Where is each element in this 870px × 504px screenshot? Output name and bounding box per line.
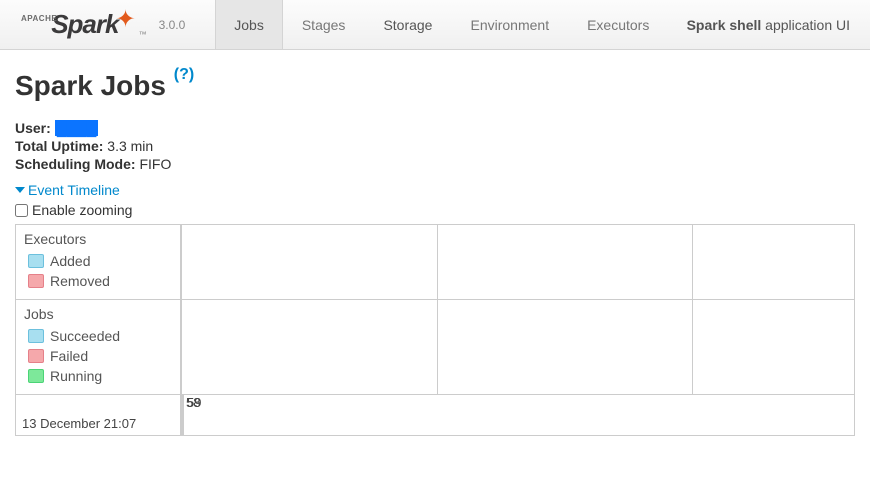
enable-zooming-checkbox[interactable]: [15, 204, 28, 217]
user-value: ████: [55, 120, 99, 136]
legend-label-added: Added: [50, 253, 90, 269]
nav-tabs: Jobs Stages Storage Environment Executor…: [215, 0, 668, 49]
spark-version: 3.0.0: [159, 18, 186, 32]
timeline-jobs-row: Jobs Succeeded Failed Running: [16, 300, 854, 395]
swatch-removed: [28, 274, 44, 288]
sched-label: Scheduling Mode:: [15, 156, 136, 172]
plot-segment: [181, 225, 437, 299]
event-timeline-label: Event Timeline: [28, 182, 120, 198]
page-title: Spark Jobs (?): [15, 70, 855, 102]
event-timeline-toggle[interactable]: Event Timeline: [15, 182, 855, 198]
swatch-added: [28, 254, 44, 268]
executors-legend: Executors Added Removed: [16, 225, 181, 299]
tab-executors[interactable]: Executors: [568, 0, 668, 49]
uptime-value: 3.3 min: [107, 138, 153, 154]
summary: User: ████ Total Uptime: 3.3 min Schedul…: [15, 120, 855, 172]
executors-plot[interactable]: [181, 225, 854, 299]
summary-sched: Scheduling Mode: FIFO: [15, 156, 855, 172]
legend-item-removed: Removed: [28, 273, 172, 289]
legend-item-succeeded: Succeeded: [28, 328, 172, 344]
content: Spark Jobs (?) User: ████ Total Uptime: …: [0, 50, 870, 456]
legend-item-running: Running: [28, 368, 172, 384]
logo-spark-text: Spark: [51, 9, 118, 40]
legend-item-added: Added: [28, 253, 172, 269]
tab-jobs[interactable]: Jobs: [215, 0, 283, 49]
enable-zooming-label: Enable zooming: [32, 202, 132, 218]
plot-segment: [437, 225, 693, 299]
brand[interactable]: APACHE Spark ✦ ™ 3.0.0: [15, 9, 185, 40]
tab-environment[interactable]: Environment: [451, 0, 568, 49]
legend-label-running: Running: [50, 368, 102, 384]
chevron-down-icon: [15, 187, 25, 193]
tab-storage[interactable]: Storage: [364, 0, 451, 49]
zoom-row: Enable zooming: [15, 202, 855, 218]
timeline-axis-row: 13 December 21:07 58 59: [16, 395, 854, 435]
plot-segment: [692, 225, 854, 299]
uptime-label: Total Uptime:: [15, 138, 103, 154]
timeline-executors-row: Executors Added Removed: [16, 225, 854, 300]
legend-item-failed: Failed: [28, 348, 172, 364]
axis-tick: [183, 395, 184, 435]
legend-label-succeeded: Succeeded: [50, 328, 120, 344]
swatch-failed: [28, 349, 44, 363]
plot-segment: [181, 300, 437, 394]
swatch-running: [28, 369, 44, 383]
axis-date: 13 December 21:07: [16, 395, 181, 435]
navbar: APACHE Spark ✦ ™ 3.0.0 Jobs Stages Stora…: [0, 0, 870, 50]
summary-uptime: Total Uptime: 3.3 min: [15, 138, 855, 154]
timeline: Executors Added Removed Jobs: [15, 224, 855, 436]
jobs-legend: Jobs Succeeded Failed Running: [16, 300, 181, 394]
legend-label-failed: Failed: [50, 348, 88, 364]
logo-apache-text: APACHE: [21, 14, 57, 23]
logo-star-icon: ✦: [115, 5, 135, 34]
jobs-legend-title: Jobs: [24, 306, 172, 322]
jobs-plot[interactable]: [181, 300, 854, 394]
summary-user: User: ████: [15, 120, 855, 136]
plot-segment: [437, 300, 693, 394]
axis-tick-label: 59: [187, 395, 201, 410]
logo-tm: ™: [139, 30, 147, 39]
axis-plot: 58 59: [181, 395, 854, 435]
swatch-succeeded: [28, 329, 44, 343]
sched-value: FIFO: [139, 156, 171, 172]
executors-legend-title: Executors: [24, 231, 172, 247]
app-suffix: application UI: [761, 17, 850, 33]
page-title-text: Spark Jobs: [15, 70, 174, 101]
help-link[interactable]: (?): [174, 66, 194, 83]
app-title: Spark shell application UI: [687, 17, 850, 33]
spark-logo: APACHE Spark ✦ ™: [15, 9, 147, 40]
plot-segment: [692, 300, 854, 394]
user-label: User:: [15, 120, 51, 136]
tab-stages[interactable]: Stages: [283, 0, 365, 49]
legend-label-removed: Removed: [50, 273, 110, 289]
app-name: Spark shell: [687, 17, 762, 33]
